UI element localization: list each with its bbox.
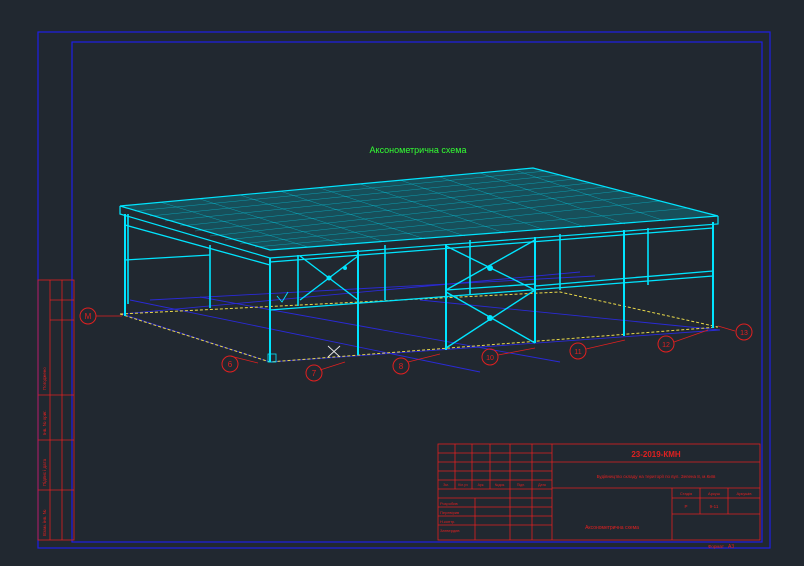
stage-label-1: Аркуш [708, 491, 720, 496]
col-header-1: Кіл.уч [458, 483, 468, 487]
col-header-4: Підп. [517, 483, 525, 487]
stage-value-1: 9-11 [710, 504, 719, 509]
axis-label-m: М [85, 312, 92, 321]
col-header-0: Зм. [443, 483, 449, 487]
drawing-background [0, 0, 804, 566]
stage-label-0: Стадія [680, 491, 692, 496]
role-row-3: Затвердив [440, 528, 460, 533]
col-header-3: №док. [495, 483, 505, 487]
axis-label-13: 13 [740, 330, 748, 337]
format-label: Формат [708, 544, 724, 549]
axis-label-11: 11 [574, 349, 581, 356]
col-header-2: Арк. [478, 483, 485, 487]
axis-label-6: 6 [228, 360, 233, 369]
role-row-2: Н.контр. [440, 519, 455, 524]
object-name: Будівництво складу на території по вул. … [597, 474, 716, 479]
axis-label-7: 7 [312, 369, 317, 378]
stage-label-2: Аркушів [737, 491, 752, 496]
format-value: А3 [728, 544, 734, 550]
col-header-5: Дата [538, 483, 546, 487]
side-stamp-label-4: Взам. інв. № [42, 509, 47, 536]
side-stamp-label-3: Підпис і дата [42, 458, 47, 486]
axis-label-10: 10 [486, 355, 494, 362]
sheet-name: Аксонометрична схема [585, 525, 639, 531]
stage-value-0: Р [684, 504, 687, 509]
doc-code: 23-2019-КМН [631, 450, 681, 459]
role-row-1: Перевірив [440, 510, 459, 515]
role-row-0: Розробив [440, 501, 458, 506]
side-stamp-label-1: Погоджено [42, 367, 47, 390]
axis-label-8: 8 [399, 362, 404, 371]
axis-label-12: 12 [662, 342, 670, 349]
side-stamp-label-2: Інв. № ориг. [42, 410, 47, 435]
cad-drawing-canvas: Аксонометрична схема М 6 7 8 10 11 12 13… [0, 0, 804, 566]
drawing-title: Аксонометрична схема [370, 145, 467, 155]
